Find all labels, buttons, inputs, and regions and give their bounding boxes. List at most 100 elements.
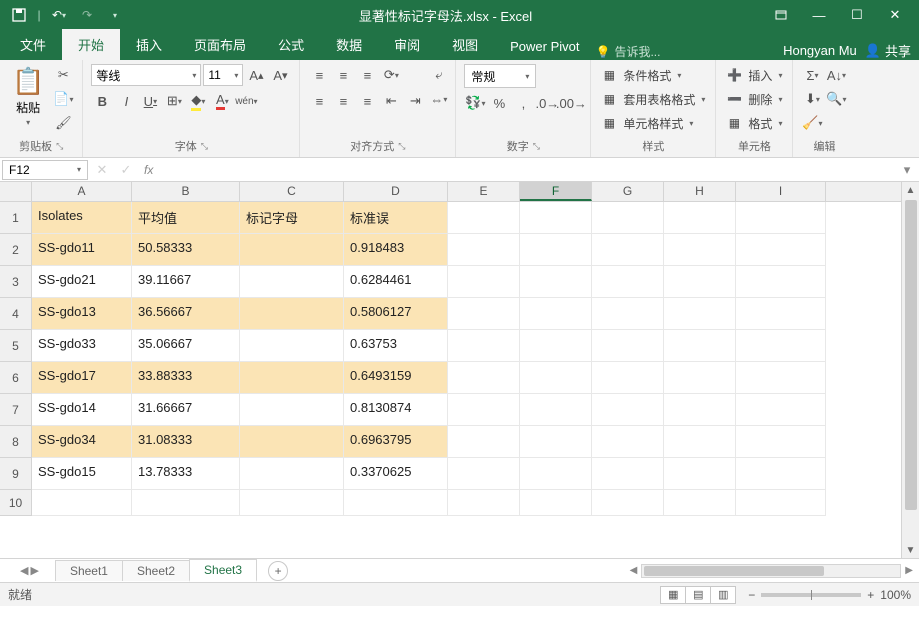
cell[interactable] <box>592 394 664 426</box>
accounting-format-button[interactable]: 💱▾ <box>464 92 486 114</box>
cell[interactable] <box>592 202 664 234</box>
font-size-selector[interactable]: 11▾ <box>203 64 243 86</box>
cell[interactable] <box>240 266 344 298</box>
tab-review[interactable]: 审阅 <box>378 29 436 60</box>
cell[interactable] <box>592 330 664 362</box>
cell[interactable]: SS-gdo11 <box>32 234 132 266</box>
row-header[interactable]: 7 <box>0 394 32 426</box>
cell[interactable] <box>344 490 448 516</box>
add-sheet-button[interactable]: + <box>268 561 288 581</box>
cell[interactable]: SS-gdo21 <box>32 266 132 298</box>
ribbon-options-button[interactable] <box>763 3 799 27</box>
cell[interactable] <box>520 330 592 362</box>
font-color-button[interactable]: A▾ <box>211 90 233 112</box>
align-center-button[interactable]: ≡ <box>332 90 354 112</box>
cell[interactable]: 标准误 <box>344 202 448 234</box>
cell[interactable] <box>520 458 592 490</box>
formula-input[interactable] <box>159 168 895 172</box>
cell[interactable]: 39.11667 <box>132 266 240 298</box>
cell[interactable] <box>240 298 344 330</box>
cell[interactable]: 0.918483 <box>344 234 448 266</box>
cell[interactable]: 33.88333 <box>132 362 240 394</box>
cell[interactable] <box>592 426 664 458</box>
fx-icon[interactable]: fx <box>138 163 159 177</box>
cell[interactable] <box>664 490 736 516</box>
cell[interactable] <box>736 394 826 426</box>
delete-cells-button[interactable]: ➖删除▾ <box>724 88 784 110</box>
format-cells-button[interactable]: ▦格式▾ <box>724 112 784 134</box>
cell[interactable]: 标记字母 <box>240 202 344 234</box>
cancel-formula-button[interactable]: ✕ <box>90 162 114 178</box>
maximize-button[interactable]: ☐ <box>839 3 875 27</box>
close-button[interactable]: ✕ <box>877 3 913 27</box>
cell[interactable]: 0.63753 <box>344 330 448 362</box>
cell[interactable] <box>448 458 520 490</box>
col-header-G[interactable]: G <box>592 182 664 201</box>
italic-button[interactable]: I <box>115 90 137 112</box>
cell[interactable]: SS-gdo17 <box>32 362 132 394</box>
name-box[interactable]: F12▾ <box>2 160 88 180</box>
save-button[interactable] <box>6 3 32 27</box>
tab-view[interactable]: 视图 <box>436 29 494 60</box>
tab-page-layout[interactable]: 页面布局 <box>178 29 262 60</box>
sort-filter-button[interactable]: A↓▾ <box>825 64 847 86</box>
orientation-button[interactable]: ⟳▾ <box>380 64 402 86</box>
cell[interactable] <box>664 234 736 266</box>
fill-color-button[interactable]: ◆▾ <box>187 90 209 112</box>
wrap-text-button[interactable]: ⤶ <box>430 64 447 86</box>
cell[interactable] <box>448 298 520 330</box>
sheet-tab-3[interactable]: Sheet3 <box>189 559 257 582</box>
tab-formulas[interactable]: 公式 <box>262 29 320 60</box>
col-header-E[interactable]: E <box>448 182 520 201</box>
scroll-thumb[interactable] <box>905 200 917 510</box>
zoom-out-button[interactable]: − <box>748 588 755 602</box>
cell[interactable]: 0.5806127 <box>344 298 448 330</box>
conditional-format-button[interactable]: ▦条件格式▾ <box>599 64 707 86</box>
cell-styles-button[interactable]: ▦单元格样式▾ <box>599 112 707 134</box>
cell[interactable] <box>448 394 520 426</box>
cell[interactable] <box>240 234 344 266</box>
cell[interactable] <box>448 490 520 516</box>
col-header-F[interactable]: F <box>520 182 592 201</box>
cell[interactable]: SS-gdo14 <box>32 394 132 426</box>
cell[interactable] <box>520 362 592 394</box>
cell[interactable] <box>520 266 592 298</box>
cell[interactable] <box>664 458 736 490</box>
cell[interactable] <box>664 362 736 394</box>
share-button[interactable]: 👤 共享 <box>865 41 911 60</box>
cell[interactable]: SS-gdo13 <box>32 298 132 330</box>
font-dialog-launcher[interactable]: ⤡ <box>201 141 208 152</box>
tell-me-search[interactable]: 💡 告诉我... <box>596 43 661 60</box>
col-header-D[interactable]: D <box>344 182 448 201</box>
row-header[interactable]: 4 <box>0 298 32 330</box>
cell[interactable]: 0.6963795 <box>344 426 448 458</box>
cell[interactable]: SS-gdo33 <box>32 330 132 362</box>
cell[interactable] <box>664 330 736 362</box>
cell[interactable]: 50.58333 <box>132 234 240 266</box>
decrease-font-button[interactable]: A▾ <box>269 64 291 86</box>
cell[interactable] <box>448 330 520 362</box>
cell[interactable]: 平均值 <box>132 202 240 234</box>
col-header-I[interactable]: I <box>736 182 826 201</box>
phonetic-button[interactable]: wén▾ <box>235 90 257 112</box>
cell[interactable] <box>736 202 826 234</box>
find-select-button[interactable]: 🔍▾ <box>825 88 847 110</box>
cell[interactable] <box>240 330 344 362</box>
col-header-A[interactable]: A <box>32 182 132 201</box>
cell[interactable] <box>520 298 592 330</box>
select-all-button[interactable] <box>0 182 32 201</box>
cell[interactable] <box>32 490 132 516</box>
cell[interactable]: 31.08333 <box>132 426 240 458</box>
col-header-B[interactable]: B <box>132 182 240 201</box>
row-header[interactable]: 5 <box>0 330 32 362</box>
cell[interactable] <box>240 394 344 426</box>
decrease-indent-button[interactable]: ⇤ <box>380 90 402 112</box>
cell[interactable]: 0.3370625 <box>344 458 448 490</box>
cell[interactable] <box>736 298 826 330</box>
bold-button[interactable]: B <box>91 90 113 112</box>
enter-formula-button[interactable]: ✓ <box>114 162 138 178</box>
number-dialog-launcher[interactable]: ⤡ <box>533 141 540 152</box>
redo-button[interactable]: ↷ <box>74 3 100 27</box>
tab-file[interactable]: 文件 <box>4 29 62 60</box>
format-painter-button[interactable]: 🖌 <box>52 112 74 134</box>
